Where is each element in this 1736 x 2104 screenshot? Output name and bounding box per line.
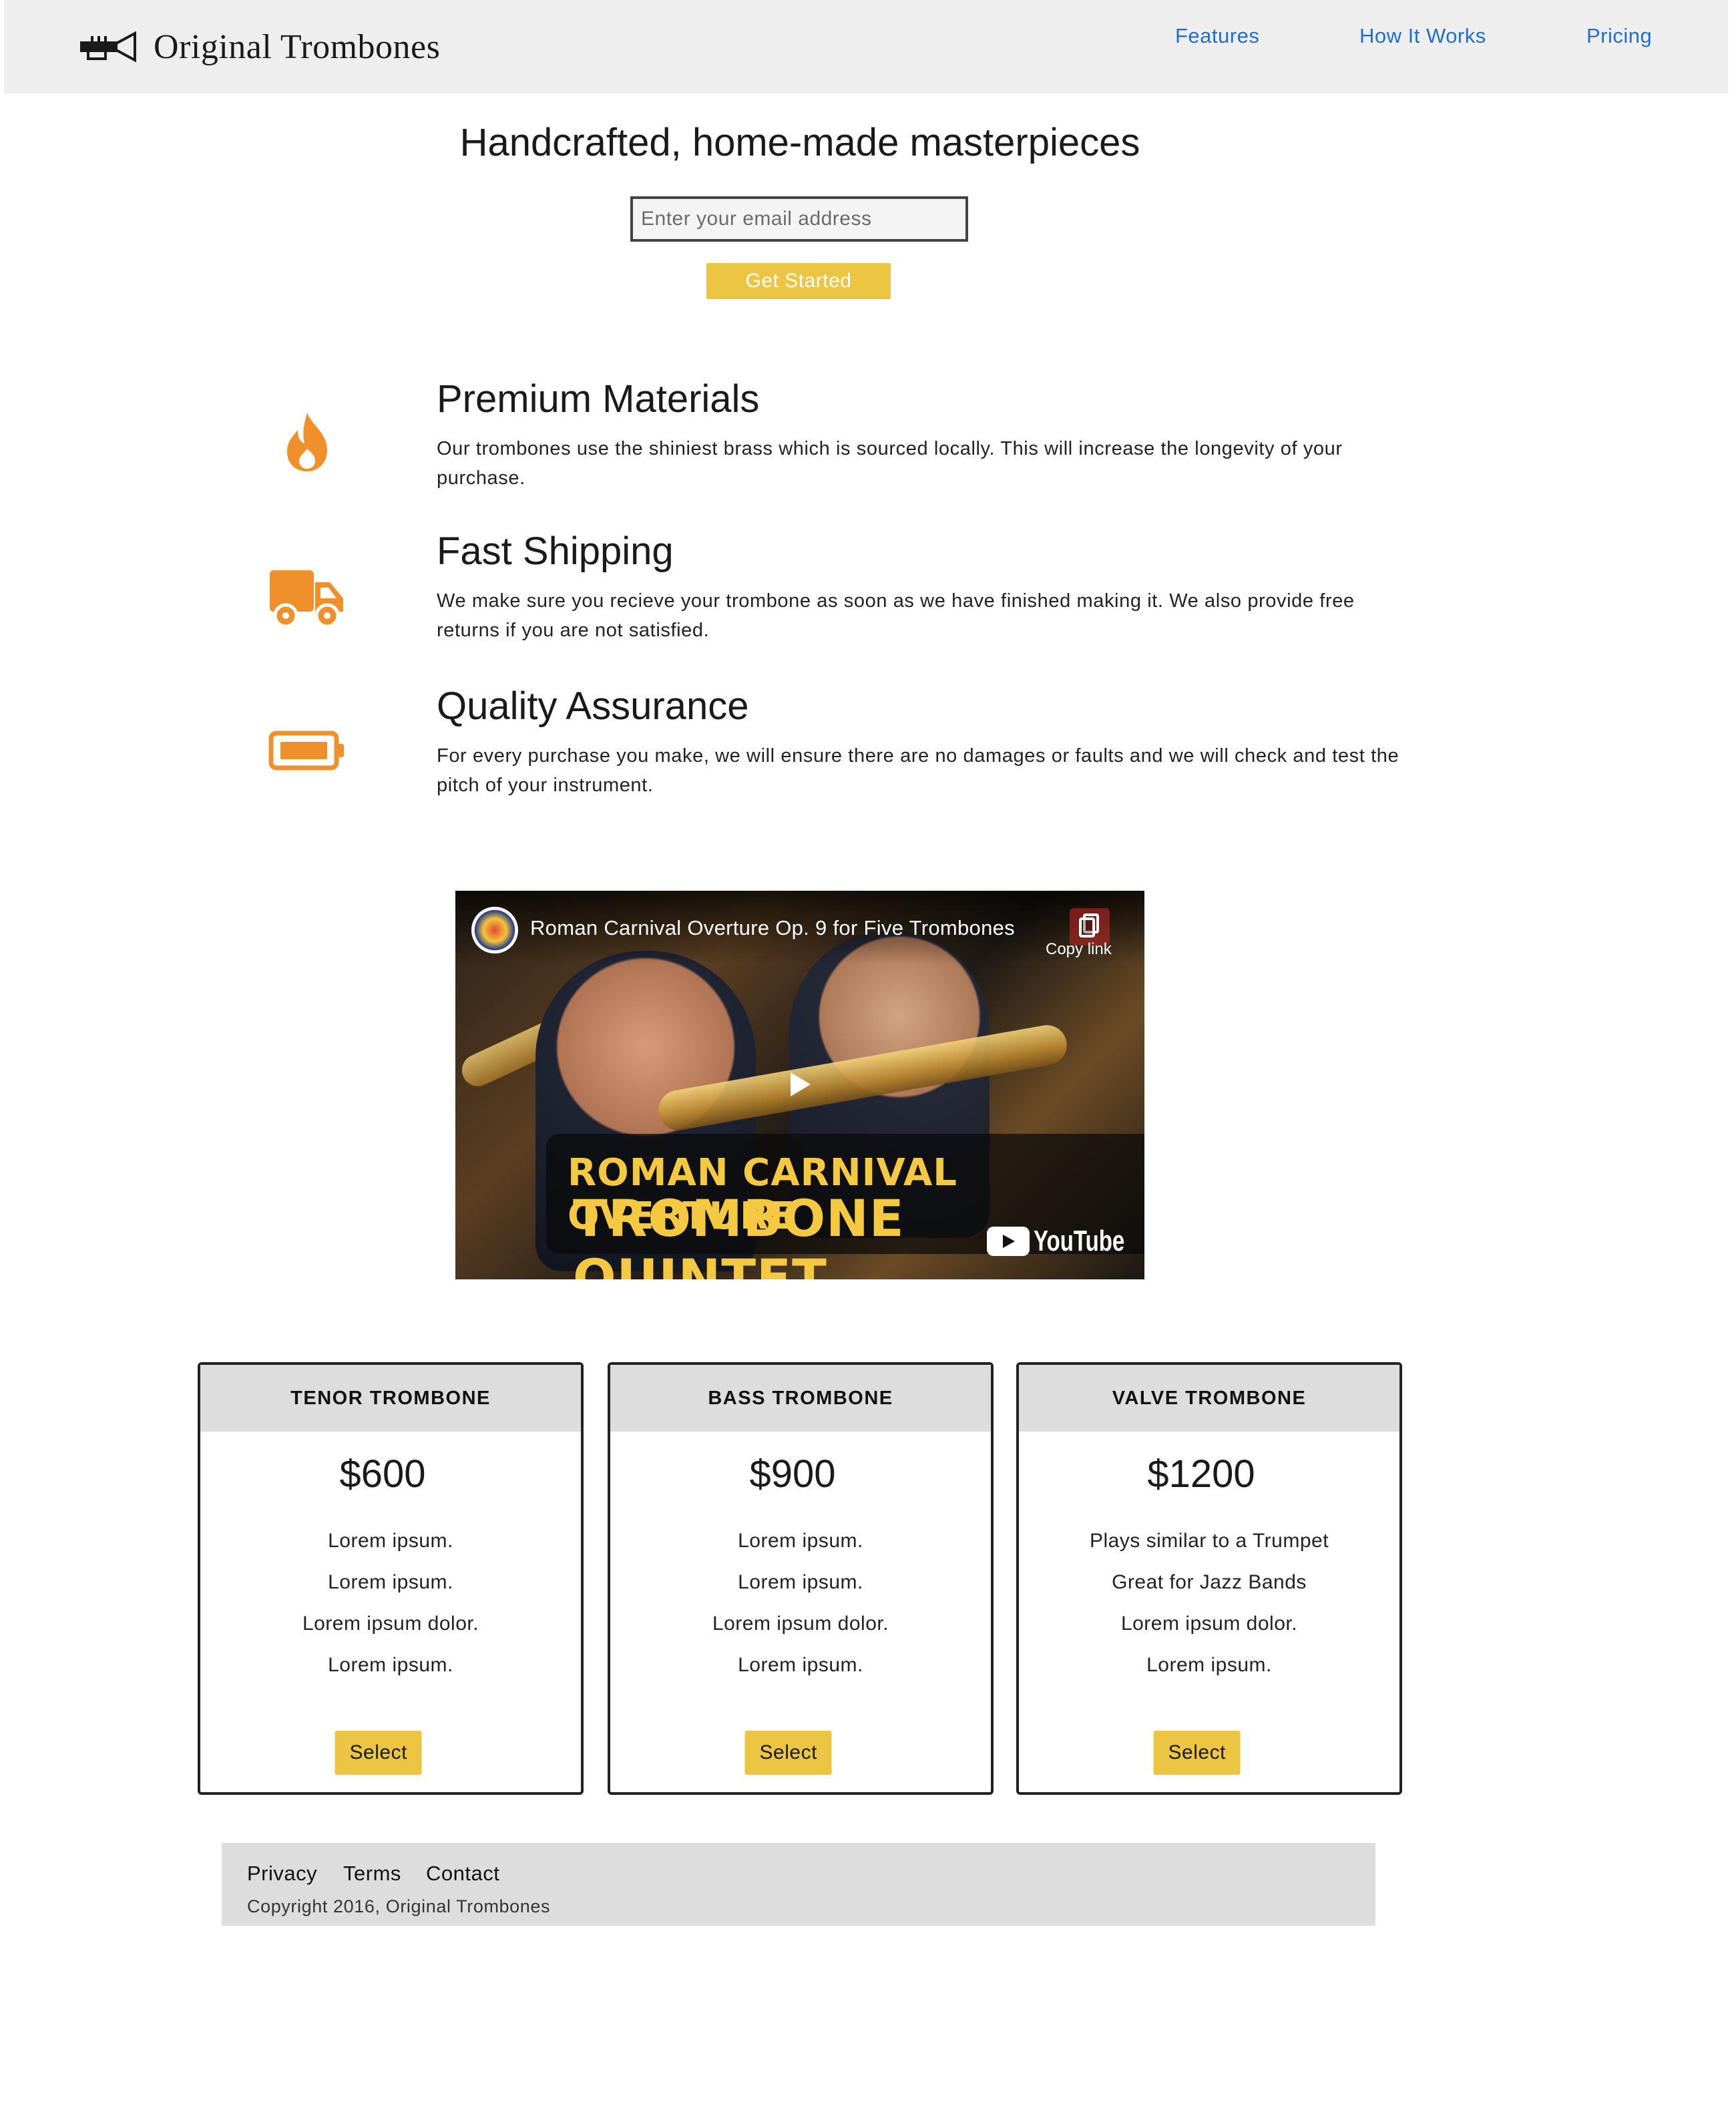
pricing-feature-list: Plays similar to a Trumpet Great for Jaz… [1019, 1520, 1399, 1686]
battery-icon [267, 717, 347, 784]
feature-title: Fast Shipping [437, 530, 674, 573]
feature-description: We make sure you recieve your trombone a… [437, 590, 1355, 641]
feature-description: Our trombones use the shiniest brass whi… [437, 438, 1343, 489]
pricing-feature: Lorem ipsum. [328, 1571, 453, 1593]
email-input[interactable] [630, 196, 968, 242]
channel-logo-icon[interactable] [471, 907, 518, 954]
pricing-card: BASS TROMBONE $900 Lorem ipsum. Lorem ip… [608, 1362, 994, 1795]
pricing-card-title: VALVE TROMBONE [1019, 1365, 1399, 1432]
trumpet-logo-icon [80, 31, 136, 63]
pricing-feature: Plays similar to a Trumpet [1089, 1530, 1329, 1552]
pricing-feature: Lorem ipsum dolor. [1120, 1613, 1298, 1635]
youtube-wordmark: YouTube [1034, 1225, 1125, 1257]
video-embed[interactable]: Roman Carnival Overture Op. 9 for Five T… [455, 891, 1144, 1279]
select-button[interactable]: Select [744, 1731, 832, 1775]
pricing-card-price: $1200 [1147, 1452, 1255, 1496]
truck-icon [267, 565, 347, 632]
pricing-feature: Lorem ipsum. [738, 1530, 863, 1552]
play-icon[interactable] [787, 1071, 813, 1098]
pricing-feature: Lorem ipsum. [328, 1654, 453, 1676]
pricing-feature-list: Lorem ipsum. Lorem ipsum. Lorem ipsum do… [610, 1520, 991, 1686]
brand-name: Original Trombones [154, 27, 441, 66]
footer-link-contact[interactable]: Contact [426, 1862, 499, 1886]
pricing-card: TENOR TROMBONE $600 Lorem ipsum. Lorem i… [198, 1362, 584, 1795]
copyright-text: Copyright 2016, Original Trombones [247, 1896, 551, 1916]
youtube-logo[interactable]: YouTube [987, 1225, 1144, 1258]
feature-title: Premium Materials [437, 377, 760, 421]
pricing-feature: Lorem ipsum. [1146, 1654, 1272, 1676]
footer-link-privacy[interactable]: Privacy [247, 1862, 317, 1886]
brand[interactable]: Original Trombones [79, 20, 440, 73]
footer-link-terms[interactable]: Terms [343, 1862, 401, 1886]
pricing-card: VALVE TROMBONE $1200 Plays similar to a … [1016, 1362, 1402, 1795]
pricing-feature: Great for Jazz Bands [1112, 1571, 1307, 1593]
select-button[interactable]: Select [335, 1731, 422, 1775]
pricing-card-title: BASS TROMBONE [610, 1365, 991, 1432]
site-footer: Privacy Terms Contact Copyright 2016, Or… [222, 1843, 1375, 1926]
pricing-card-title: TENOR TROMBONE [200, 1365, 581, 1432]
pricing-feature: Lorem ipsum. [328, 1530, 453, 1552]
pricing-feature: Lorem ipsum. [738, 1654, 863, 1676]
nav-link-pricing[interactable]: Pricing [1586, 24, 1652, 48]
select-button[interactable]: Select [1153, 1731, 1241, 1775]
pricing-card-price: $600 [339, 1452, 426, 1496]
hero-title: Handcrafted, home-made masterpieces [459, 121, 1140, 164]
nav-link-how-it-works[interactable]: How It Works [1359, 24, 1486, 48]
pricing-feature: Lorem ipsum dolor. [712, 1613, 889, 1635]
pricing-feature-list: Lorem ipsum. Lorem ipsum. Lorem ipsum do… [200, 1520, 581, 1686]
copy-link-label[interactable]: Copy link [1046, 940, 1112, 959]
site-header: Original Trombones Features How It Works… [4, 0, 1728, 93]
pricing-feature: Lorem ipsum dolor. [302, 1613, 479, 1635]
video-title[interactable]: Roman Carnival Overture Op. 9 for Five T… [530, 916, 1015, 940]
feature-title: Quality Assurance [437, 684, 749, 728]
fire-icon [267, 409, 347, 475]
pricing-card-price: $900 [749, 1452, 836, 1496]
youtube-play-icon [987, 1227, 1030, 1256]
feature-description: For every purchase you make, we will ens… [437, 745, 1399, 796]
pricing-feature: Lorem ipsum. [738, 1571, 863, 1593]
nav-link-features[interactable]: Features [1175, 24, 1259, 48]
get-started-button[interactable]: Get Started [706, 263, 891, 299]
